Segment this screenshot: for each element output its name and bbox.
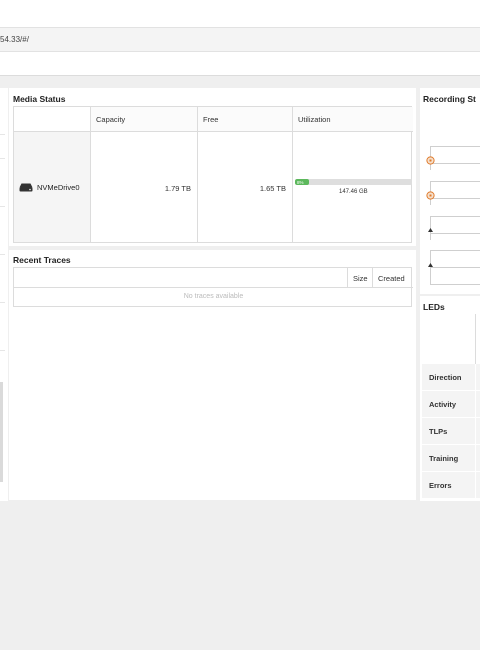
utilization-header: Utilization xyxy=(298,115,331,124)
size-header: Size xyxy=(353,274,368,283)
table-header-cell[interactable]: Created xyxy=(373,268,413,288)
led-label: TLPs xyxy=(429,427,448,436)
status-marker-icon xyxy=(426,191,435,200)
empty-traces-message: No traces available xyxy=(183,293,244,300)
recording-status-panel: Recording St xyxy=(420,88,480,294)
led-row-direction: Direction xyxy=(422,364,480,391)
created-header: Created xyxy=(378,274,405,283)
timeline-line xyxy=(430,284,480,285)
divider xyxy=(0,350,5,351)
address-bar[interactable]: 54.33/#/ xyxy=(0,28,480,52)
leds-title: LEDs xyxy=(423,302,445,312)
divider xyxy=(0,254,5,255)
media-status-table: Capacity Free Utilization NVMeDrive0 1.7… xyxy=(13,106,413,243)
leds-panel: LEDs Direction Activity TLPs Training Er… xyxy=(420,296,480,501)
led-row-errors: Errors xyxy=(422,472,480,499)
capacity-value: 1.79 TB xyxy=(164,184,191,193)
triangle-marker-icon xyxy=(428,263,433,267)
table-cell: 8% 147.46 GB xyxy=(293,132,413,242)
utilization-percent: 8% xyxy=(297,180,304,185)
table-header-cell: Utilization xyxy=(293,107,413,132)
divider xyxy=(0,302,5,303)
timeline-line xyxy=(430,233,480,234)
led-label: Training xyxy=(429,454,459,463)
timeline-line xyxy=(430,216,480,217)
table-cell: 1.79 TB xyxy=(91,132,198,242)
browser-toolbar xyxy=(0,0,480,28)
timeline-line xyxy=(430,267,480,268)
led-row-tlps: TLPs xyxy=(422,418,480,445)
timeline-line xyxy=(430,250,431,284)
led-label: Direction xyxy=(429,373,462,382)
hard-drive-icon xyxy=(19,183,33,192)
led-row-training: Training xyxy=(422,445,480,472)
divider xyxy=(0,206,5,207)
led-label: Errors xyxy=(429,481,452,490)
divider xyxy=(0,134,5,135)
divider xyxy=(475,364,476,499)
recent-traces-panel: Recent Traces Size Created No traces ava… xyxy=(9,250,416,500)
table-header-cell: Free xyxy=(198,107,293,132)
divider xyxy=(0,158,5,159)
led-row-activity: Activity xyxy=(422,391,480,418)
status-marker-icon xyxy=(426,156,435,165)
left-panel-edge xyxy=(0,88,8,501)
divider xyxy=(475,314,476,364)
table-header-cell[interactable]: Size xyxy=(348,268,373,288)
media-status-panel: Media Status Capacity Free Utilization N… xyxy=(9,88,416,246)
scrollbar[interactable] xyxy=(0,382,3,482)
drive-name: NVMeDrive0 xyxy=(37,183,80,192)
free-header: Free xyxy=(203,115,219,124)
timeline-line xyxy=(430,163,480,164)
utilization-progress-bar xyxy=(295,179,412,185)
timeline-line xyxy=(430,181,480,182)
recording-status-title: Recording St xyxy=(423,94,476,104)
free-value: 1.65 TB xyxy=(259,184,286,193)
media-status-title: Media Status xyxy=(13,94,66,104)
table-cell: 1.65 TB xyxy=(198,132,293,242)
recent-traces-table: Size Created No traces available xyxy=(13,267,413,307)
app-header-bar xyxy=(0,52,480,76)
table-header-cell xyxy=(14,268,348,288)
timeline-line xyxy=(430,146,480,147)
led-label: Activity xyxy=(429,400,457,409)
timeline-line xyxy=(430,250,480,251)
capacity-header: Capacity xyxy=(96,115,126,124)
timeline-line xyxy=(430,198,480,199)
url-text[interactable]: 54.33/#/ xyxy=(0,35,29,44)
table-header-cell: Capacity xyxy=(91,107,198,132)
recent-traces-title: Recent Traces xyxy=(13,255,71,265)
table-header-cell xyxy=(14,107,91,132)
triangle-marker-icon xyxy=(428,228,433,232)
used-value: 147.46 GB xyxy=(339,189,368,195)
table-row[interactable]: NVMeDrive0 xyxy=(14,132,91,242)
